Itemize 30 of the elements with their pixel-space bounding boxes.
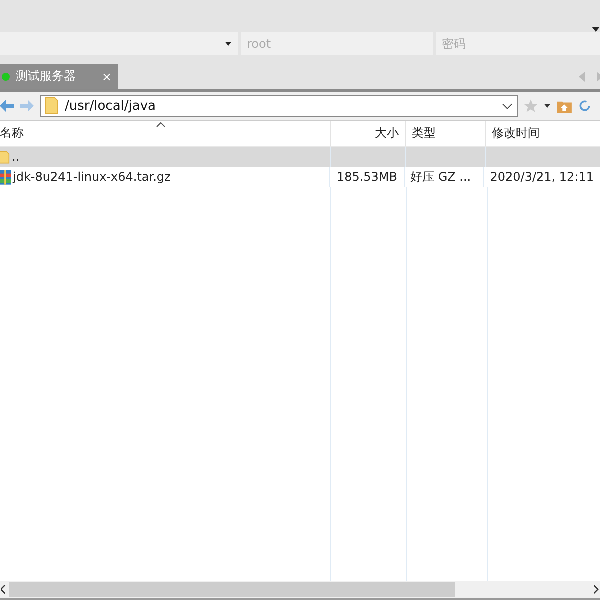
caret-icon <box>225 42 232 46</box>
file-size: 185.53MB <box>336 170 398 184</box>
forward-arrow-icon[interactable] <box>20 100 34 112</box>
modified-column-header[interactable]: 修改时间 <box>485 121 600 146</box>
scroll-right-icon[interactable] <box>594 585 599 594</box>
path-text: /usr/local/java <box>65 98 158 114</box>
star-icon[interactable] <box>524 99 538 113</box>
file-name: .. <box>12 150 20 164</box>
scrollbar-thumb[interactable] <box>9 582 455 597</box>
home-folder-icon[interactable] <box>557 100 572 112</box>
file-row[interactable]: jdk-8u241-linux-x64.tar.gz 185.53MB 好压 GZ ... 2020/3/21, 12:11 <box>0 167 600 187</box>
caret-icon[interactable] <box>544 104 551 108</box>
archive-icon <box>0 170 11 184</box>
scroll-left-icon[interactable] <box>1 585 6 594</box>
address-field[interactable]: /usr/local/java <box>40 95 518 117</box>
password-field[interactable]: 密码 <box>436 32 600 55</box>
type-column-header[interactable]: 类型 <box>405 121 485 146</box>
name-column-header[interactable]: 名称 <box>0 121 330 146</box>
file-type: 好压 GZ ... <box>410 168 472 186</box>
sort-caret-icon <box>156 122 166 128</box>
modified-date: 2020/3/21, 12:11 <box>490 170 594 184</box>
horizontal-scrollbar[interactable] <box>0 581 600 600</box>
folder-icon <box>45 97 59 115</box>
folder-icon <box>0 150 10 164</box>
size-column-header[interactable]: 大小 <box>330 121 405 146</box>
back-arrow-icon[interactable] <box>0 100 14 112</box>
refresh-icon[interactable] <box>578 99 592 113</box>
file-row[interactable]: .. <box>0 147 600 167</box>
file-name: jdk-8u241-linux-x64.tar.gz <box>13 170 171 184</box>
chevron-icon[interactable] <box>502 102 513 110</box>
